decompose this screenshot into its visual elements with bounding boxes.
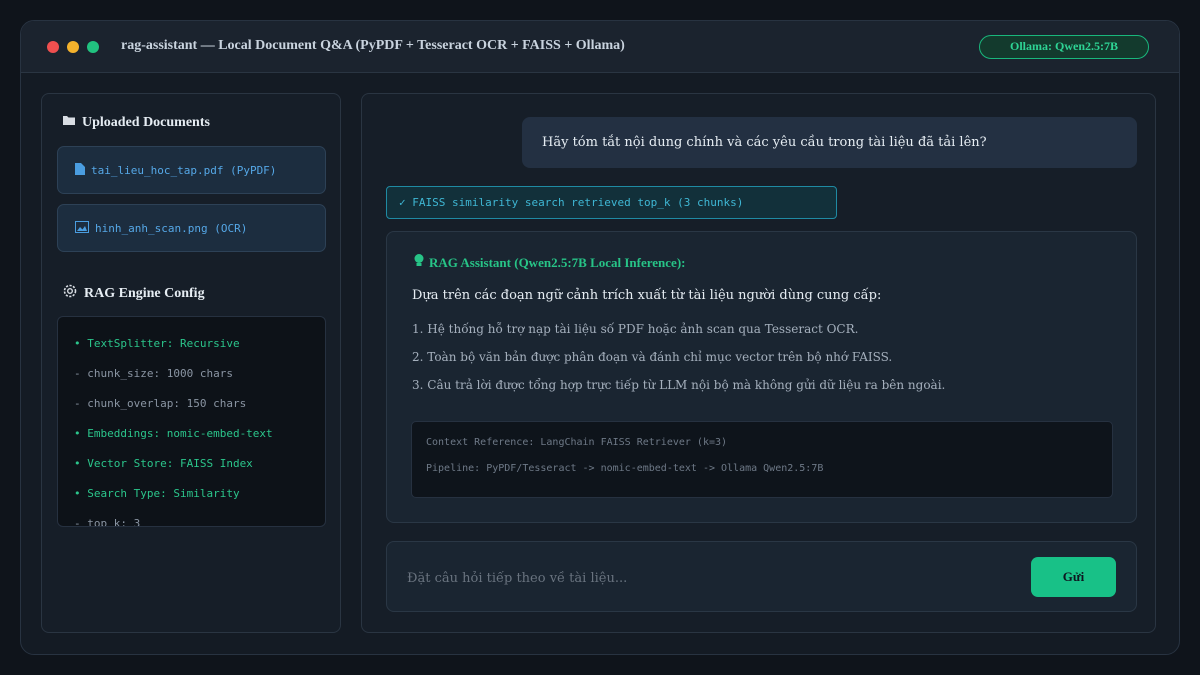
user-message: Hãy tóm tắt nội dung chính và các yêu cầ… [522, 117, 1137, 168]
uploaded-documents-heading: Uploaded Documents [62, 114, 210, 131]
send-button[interactable]: Gửi [1031, 557, 1116, 597]
close-window-button[interactable] [47, 41, 59, 53]
pipeline-description: Pipeline: PyPDF/Tesseract -> nomic-embed… [426, 463, 824, 474]
gear-icon [62, 283, 78, 304]
folder-icon [62, 114, 76, 131]
image-icon [75, 220, 89, 236]
answer-point: 3. Câu trả lời được tổng hợp trực tiếp t… [412, 378, 946, 392]
question-input-bar: Gửi [386, 541, 1137, 612]
model-status-badge: Ollama: Qwen2.5:7B [979, 35, 1149, 59]
config-line: • Search Type: Similarity [74, 487, 240, 500]
document-item-image[interactable]: hinh_anh_scan.png (OCR) [57, 204, 326, 252]
assistant-heading: RAG Assistant (Qwen2.5:7B Local Inferenc… [413, 253, 686, 272]
assistant-response: RAG Assistant (Qwen2.5:7B Local Inferenc… [386, 231, 1137, 523]
config-line: • TextSplitter: Recursive [74, 337, 240, 350]
app-window: rag-assistant — Local Document Q&A (PyPD… [20, 20, 1180, 655]
sidebar: Uploaded Documents tai_lieu_hoc_tap.pdf … [41, 93, 341, 633]
window-title: rag-assistant — Local Document Q&A (PyPD… [121, 38, 625, 53]
question-input[interactable] [407, 560, 1007, 596]
document-item-pdf[interactable]: tai_lieu_hoc_tap.pdf (PyPDF) [57, 146, 326, 194]
chat-panel: Hãy tóm tắt nội dung chính và các yêu cầ… [361, 93, 1156, 633]
uploaded-documents-label: Uploaded Documents [82, 114, 210, 130]
config-line: - chunk_size: 1000 chars [74, 367, 233, 380]
document-name: tai_lieu_hoc_tap.pdf (PyPDF) [91, 163, 277, 177]
lightbulb-icon [413, 253, 425, 272]
minimize-window-button[interactable] [67, 41, 79, 53]
rag-config-heading: RAG Engine Config [62, 283, 205, 304]
config-panel: • TextSplitter: Recursive - chunk_size: … [57, 316, 326, 527]
document-name: hinh_anh_scan.png (OCR) [95, 221, 248, 235]
rag-config-label: RAG Engine Config [84, 285, 205, 301]
answer-intro: Dựa trên các đoạn ngữ cảnh trích xuất từ… [412, 288, 882, 303]
answer-point: 1. Hệ thống hỗ trợ nạp tài liệu số PDF h… [412, 322, 859, 336]
assistant-heading-text: RAG Assistant (Qwen2.5:7B Local Inferenc… [429, 254, 686, 270]
maximize-window-button[interactable] [87, 41, 99, 53]
config-line: - chunk_overlap: 150 chars [74, 397, 247, 410]
context-reference-box: Context Reference: LangChain FAISS Retri… [411, 421, 1113, 498]
retrieval-status: ✓ FAISS similarity search retrieved top_… [386, 186, 837, 219]
config-line: - top_k: 3 [74, 517, 141, 527]
context-reference: Context Reference: LangChain FAISS Retri… [426, 437, 728, 448]
config-line: • Vector Store: FAISS Index [74, 457, 253, 470]
config-line: • Embeddings: nomic-embed-text [74, 427, 273, 440]
document-icon [75, 162, 85, 178]
answer-point: 2. Toàn bộ văn bản được phân đoạn và đán… [412, 350, 893, 364]
title-bar: rag-assistant — Local Document Q&A (PyPD… [21, 21, 1179, 73]
